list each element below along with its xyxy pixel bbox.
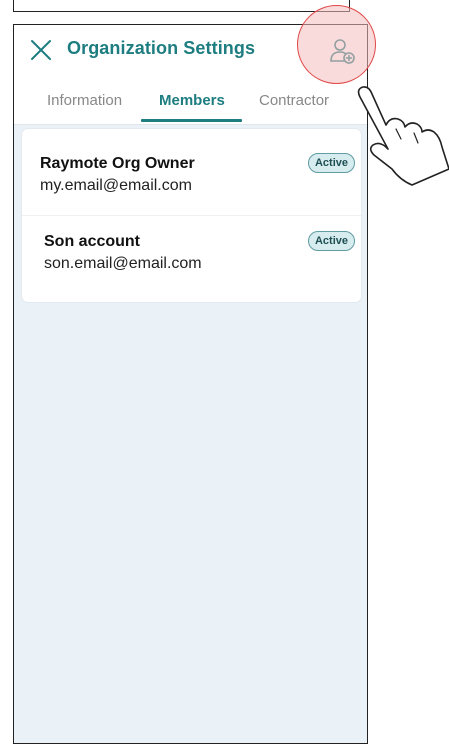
close-button[interactable] (29, 38, 53, 62)
tap-highlight (297, 5, 376, 84)
tab-bar: Information Members Contractor (14, 85, 367, 123)
close-icon (31, 40, 51, 60)
member-name: Son account (44, 233, 141, 250)
header-divider (14, 124, 367, 125)
pointing-hand-icon (357, 86, 449, 186)
member-row[interactable]: Raymote Org Owner my.email@email.com Act… (22, 129, 361, 215)
status-badge: Active (307, 231, 355, 251)
phone-screen: Organization Settings Information Member… (13, 24, 368, 744)
members-list: Raymote Org Owner my.email@email.com Act… (22, 129, 361, 302)
member-email: my.email@email.com (40, 177, 192, 194)
member-row[interactable]: Son account son.email@email.com Active (22, 216, 361, 302)
tab-contractor[interactable]: Contractor (259, 92, 329, 109)
page-title: Organization Settings (67, 38, 256, 58)
status-badge: Active (307, 153, 355, 173)
active-tab-indicator (141, 119, 242, 122)
member-name: Raymote Org Owner (40, 155, 195, 172)
member-email: son.email@email.com (44, 255, 202, 272)
tab-members[interactable]: Members (159, 92, 225, 109)
previous-screen-frame (13, 0, 350, 12)
tab-information[interactable]: Information (47, 92, 122, 109)
